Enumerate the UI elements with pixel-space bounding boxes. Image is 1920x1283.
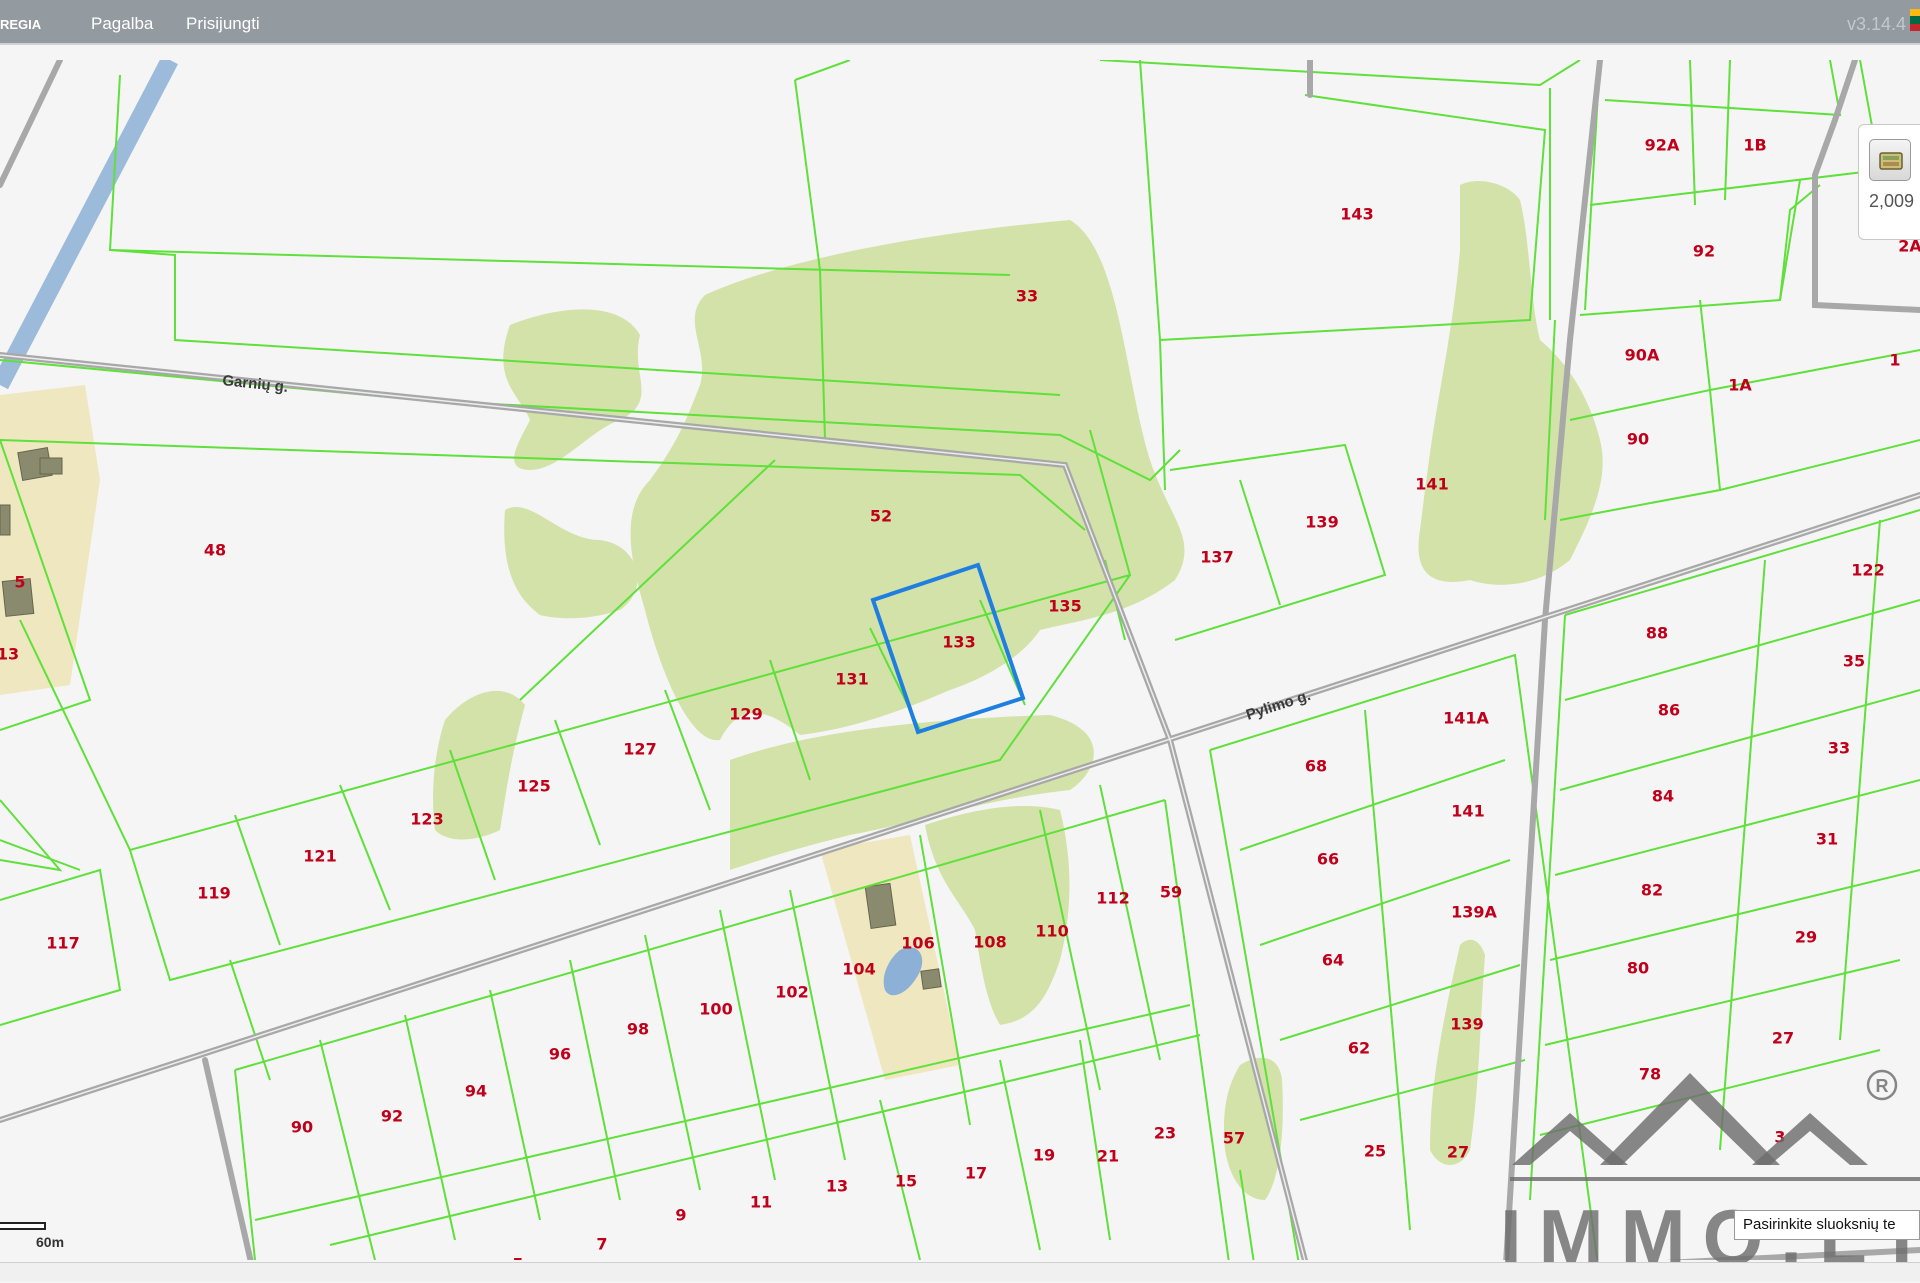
login-link[interactable]: Prisijungti (186, 14, 260, 34)
top-toolbar: REGIA Pagalba Prisijungti v3.14.4 (0, 0, 1920, 45)
parcel-label: 92A (1645, 136, 1680, 155)
parcel-label: 1B (1743, 136, 1766, 155)
parcel-label: 80 (1627, 959, 1649, 978)
parcel-label: 68 (1305, 757, 1327, 776)
map-scale: 60m (0, 1220, 64, 1260)
parcel-label: 112 (1096, 889, 1129, 908)
parcel-label: 92 (381, 1107, 403, 1126)
parcel-label: 121 (303, 847, 336, 866)
parcel-label: 35 (1843, 652, 1865, 671)
brand-logo-text[interactable]: REGIA (0, 17, 41, 32)
parcel-label: 1 (1889, 351, 1900, 370)
help-link[interactable]: Pagalba (91, 14, 153, 34)
parcel-label: 108 (973, 933, 1006, 952)
parcel-label: 1A (1728, 376, 1752, 395)
parcel-label: 31 (1816, 830, 1838, 849)
svg-text:R: R (1876, 1076, 1889, 1096)
parcel-label: 122 (1851, 561, 1884, 580)
scale-bar (0, 1222, 46, 1230)
parcel-label: 23 (1154, 1124, 1176, 1143)
parcel-label: 117 (46, 934, 79, 953)
parcel-label: 62 (1348, 1039, 1370, 1058)
parcel-label: 11 (750, 1193, 772, 1212)
parcel-label: 129 (729, 705, 762, 724)
parcel-label: 90A (1625, 346, 1660, 365)
parcel-label: 90 (1627, 430, 1649, 449)
parcel-label: 86 (1658, 701, 1680, 720)
parcel-label: 139 (1305, 513, 1338, 532)
parcel-label: 135 (1048, 597, 1081, 616)
parcel-label: 59 (1160, 883, 1182, 902)
parcel-label: 5 (512, 1255, 523, 1261)
parcel-label: 21 (1097, 1147, 1119, 1166)
parcel-label: 133 (942, 633, 975, 652)
parcel-label: 141 (1451, 802, 1484, 821)
parcel-label: 13 (0, 645, 19, 664)
canal-water (0, 60, 178, 390)
parcel-label: 92 (1693, 242, 1715, 261)
parcel-label: 15 (895, 1172, 917, 1191)
parcel-label: 104 (842, 960, 875, 979)
parcel-label: 7 (596, 1235, 607, 1254)
parcel-label: 9 (675, 1206, 686, 1225)
immo-watermark: R IMMO.LT (1500, 1065, 1920, 1281)
parcel-label: 64 (1322, 951, 1344, 970)
scale-label: 60m (36, 1234, 65, 1250)
layers-icon (1879, 152, 1903, 170)
street-label-pylimo: Pylimo g. (1244, 687, 1313, 724)
bottom-status-bar (0, 1262, 1920, 1281)
layer-hint-tooltip: Pasirinkite sluoksnių te (1734, 1210, 1920, 1240)
parcel-label: 141 (1415, 475, 1448, 494)
parcel-label: 84 (1652, 787, 1674, 806)
zoom-value: 2,009 (1869, 191, 1915, 211)
parcel-label: 143 (1340, 205, 1373, 224)
parcel-label: 96 (549, 1045, 571, 1064)
parcel-label: 27 (1772, 1029, 1794, 1048)
parcel-label: 27 (1447, 1143, 1469, 1162)
street-label-garniu: Garnių g. (222, 372, 289, 396)
parcel-label: 139A (1451, 903, 1497, 922)
lithuania-flag-icon (1910, 9, 1920, 31)
parcel-label: 5 (14, 573, 25, 592)
parcel-label: 102 (775, 983, 808, 1002)
parcel-label: 106 (901, 934, 934, 953)
parcel-label: 119 (197, 884, 230, 903)
parcel-label: 17 (965, 1164, 987, 1183)
parcel-label: 98 (627, 1020, 649, 1039)
parcel-label: 25 (1364, 1142, 1386, 1161)
parcel-label: 66 (1317, 850, 1339, 869)
parcel-label: 57 (1223, 1129, 1245, 1148)
parcel-label: 19 (1033, 1146, 1055, 1165)
parcel-label: 82 (1641, 881, 1663, 900)
parcel-label: 52 (870, 507, 892, 526)
parcel-label: 88 (1646, 624, 1668, 643)
parcel-label: 90 (291, 1118, 313, 1137)
parcel-label: 141A (1443, 709, 1489, 728)
parcel-label: 33 (1016, 287, 1038, 306)
parcel-label: 127 (623, 740, 656, 759)
version-label: v3.14.4 (1846, 14, 1906, 34)
parcel-label: 131 (835, 670, 868, 689)
parcel-label: 123 (410, 810, 443, 829)
layer-panel: 2,009 (1858, 124, 1920, 240)
parcel-label: 33 (1828, 739, 1850, 758)
parcel-label: 100 (699, 1000, 732, 1019)
parcel-label: 48 (204, 541, 226, 560)
parcel-label: 29 (1795, 928, 1817, 947)
parcel-label: 13 (826, 1177, 848, 1196)
parcel-label: 110 (1035, 922, 1068, 941)
layers-button[interactable] (1869, 139, 1911, 181)
parcel-label: 137 (1200, 548, 1233, 567)
parcel-label: 125 (517, 777, 550, 796)
parcel-label: 139 (1450, 1015, 1483, 1034)
parcel-label: 94 (465, 1082, 487, 1101)
